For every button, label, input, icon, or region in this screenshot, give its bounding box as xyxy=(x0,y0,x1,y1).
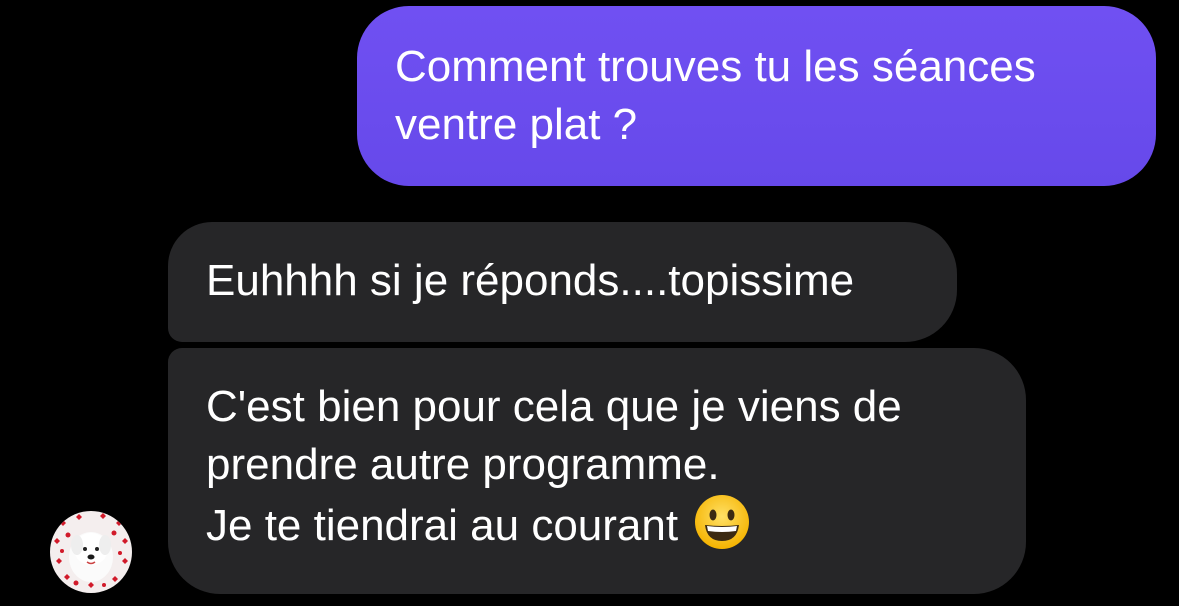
message-text-line: Comment trouves tu les séances xyxy=(395,42,1036,91)
message-text-line: C'est bien pour cela que je viens de xyxy=(206,382,902,431)
received-message-bubble[interactable]: C'est bien pour cela que je viens de pre… xyxy=(168,348,1026,594)
grinning-face-icon xyxy=(694,494,750,550)
dog-avatar-image xyxy=(50,511,132,593)
message-text-line: ventre plat ? xyxy=(395,100,638,149)
sent-message-bubble[interactable]: Comment trouves tu les séances ventre pl… xyxy=(357,6,1156,186)
message-text-line: Euhhhh si je réponds....topissime xyxy=(206,256,855,305)
avatar[interactable] xyxy=(50,511,132,593)
received-message-bubble[interactable]: Euhhhh si je réponds....topissime xyxy=(168,222,957,342)
message-text-line: Je te tiendrai au courant xyxy=(206,494,1026,555)
message-text: Je te tiendrai au courant xyxy=(206,501,679,550)
message-text-line: prendre autre programme. xyxy=(206,440,720,489)
